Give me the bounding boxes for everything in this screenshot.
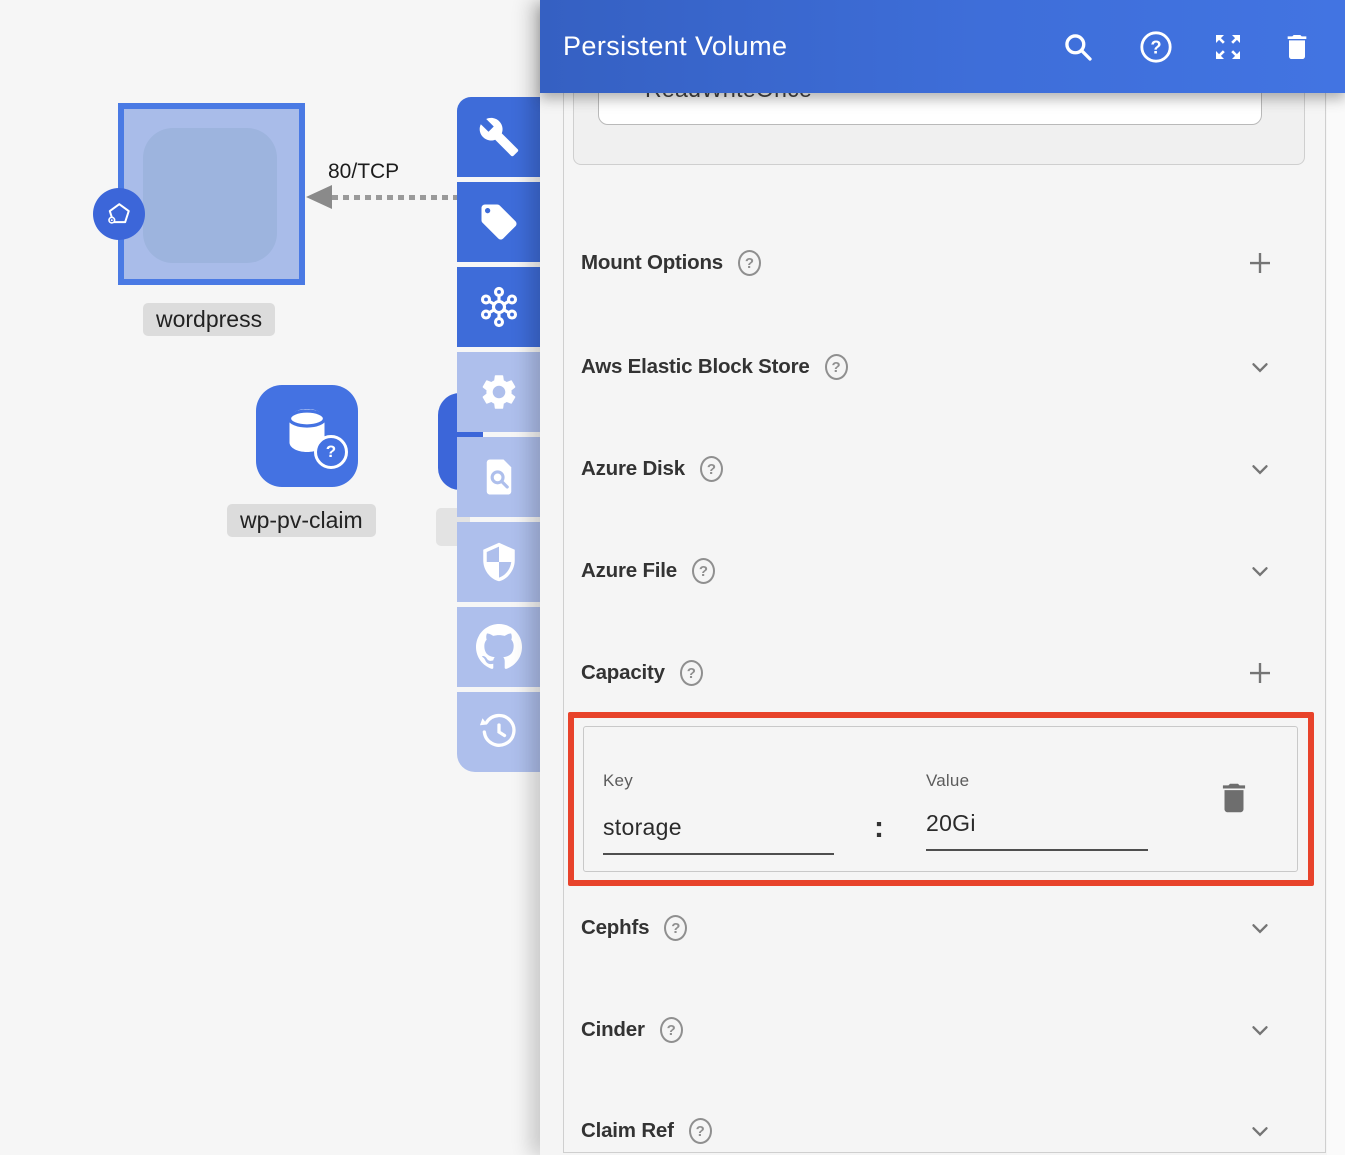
section-cephfs: Cephfs ?	[581, 911, 1280, 945]
edge-label: 80/TCP	[328, 160, 399, 184]
delete-entry-button[interactable]	[1214, 777, 1254, 821]
edge-arrowhead	[306, 185, 332, 209]
help-icon[interactable]: ?	[1139, 30, 1173, 64]
help-icon[interactable]: ?	[680, 660, 703, 686]
toolbar-github-icon[interactable]	[457, 607, 540, 687]
panel-header: Persistent Volume ?	[540, 0, 1345, 93]
section-title: Azure Disk	[581, 457, 685, 481]
chevron-down-icon[interactable]	[1240, 554, 1280, 588]
panel-scrollbar-track[interactable]	[1327, 0, 1345, 1155]
section-title: Claim Ref	[581, 1119, 674, 1143]
chevron-down-icon[interactable]	[1240, 350, 1280, 384]
help-icon[interactable]: ?	[660, 1017, 683, 1043]
help-icon[interactable]: ?	[825, 354, 848, 380]
help-icon[interactable]: ?	[700, 456, 723, 482]
toolbar-settings-icon[interactable]	[457, 352, 540, 432]
section-azure-file: Azure File ?	[581, 554, 1280, 588]
pod-icon	[93, 188, 145, 240]
capacity-entry-card: Key : Value	[583, 726, 1298, 872]
section-azure-disk: Azure Disk ?	[581, 452, 1280, 486]
section-claim-ref: Claim Ref ?	[581, 1114, 1280, 1148]
help-icon[interactable]: ?	[738, 250, 761, 276]
section-title: Aws Elastic Block Store	[581, 355, 810, 379]
node-wordpress-inner-shape	[143, 128, 277, 263]
section-title: Cephfs	[581, 916, 649, 940]
persistent-volume-panel: ReadWriteOnce Mount Options ? Aws Elasti…	[540, 0, 1345, 1155]
add-button[interactable]	[1240, 656, 1280, 690]
toolbar-history-icon[interactable]	[457, 692, 540, 772]
node-label-wp-pv-claim: wp-pv-claim	[227, 504, 376, 537]
toolbar-shield-icon[interactable]	[457, 522, 540, 602]
section-capacity: Capacity ?	[581, 656, 1280, 690]
chevron-down-icon[interactable]	[1240, 452, 1280, 486]
section-title: Mount Options	[581, 251, 723, 275]
section-title: Azure File	[581, 559, 677, 583]
toolbar-wrench-icon[interactable]	[457, 97, 540, 177]
svg-text:?: ?	[1150, 37, 1161, 58]
toolbar-tag-icon[interactable]	[457, 182, 540, 262]
chevron-down-icon[interactable]	[1240, 1013, 1280, 1047]
key-value-separator: :	[874, 811, 884, 845]
section-aws-elastic-block-store: Aws Elastic Block Store ?	[581, 350, 1280, 384]
capacity-key-input[interactable]	[603, 801, 834, 855]
search-icon[interactable]	[1061, 30, 1095, 64]
panel-title: Persistent Volume	[563, 0, 787, 93]
app-window: wordpress 80/TCP ? wp-pv-claim	[0, 0, 1345, 1155]
help-icon[interactable]: ?	[689, 1118, 712, 1144]
chevron-down-icon[interactable]	[1240, 911, 1280, 945]
node-wp-pv-claim[interactable]: ?	[256, 385, 358, 487]
trash-icon	[1215, 778, 1253, 818]
section-title: Capacity	[581, 661, 665, 685]
chevron-down-icon[interactable]	[1240, 1114, 1280, 1148]
toolbar-hub-icon[interactable]	[457, 267, 540, 347]
help-icon[interactable]: ?	[692, 558, 715, 584]
key-label: Key	[603, 771, 633, 791]
delete-icon[interactable]	[1280, 30, 1314, 64]
section-mount-options: Mount Options ?	[581, 246, 1280, 280]
node-wordpress[interactable]	[118, 103, 305, 285]
help-icon[interactable]: ?	[664, 915, 687, 941]
section-cinder: Cinder ?	[581, 1013, 1280, 1047]
add-button[interactable]	[1240, 246, 1280, 280]
toolbar-doc-preview-icon[interactable]	[457, 437, 540, 517]
expand-icon[interactable]	[1211, 30, 1245, 64]
capacity-value-input[interactable]	[926, 797, 1148, 851]
section-title: Cinder	[581, 1018, 645, 1042]
question-badge-icon: ?	[314, 435, 348, 469]
node-label-wordpress: wordpress	[143, 303, 275, 336]
value-label: Value	[926, 771, 969, 791]
